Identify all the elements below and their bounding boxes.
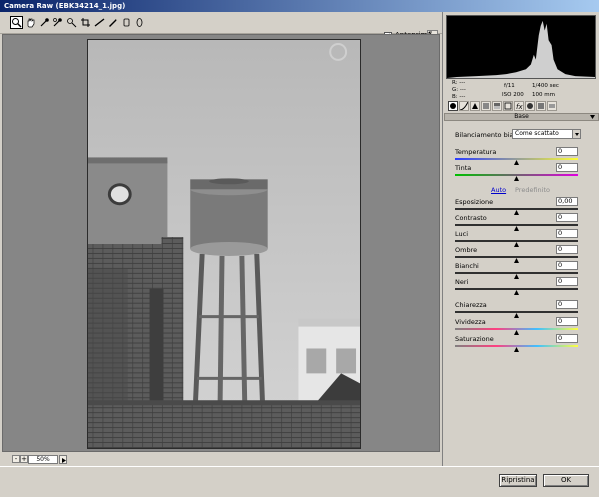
slider-value-field[interactable]: 0 (556, 163, 578, 172)
red-eye-icon[interactable] (121, 17, 132, 28)
color-readout: R: --- G: --- B: --- f/11 1/400 sec ISO … (446, 79, 596, 100)
presets-icon (538, 103, 544, 109)
reset-button[interactable]: Ripristina (499, 474, 537, 487)
slider-thumb[interactable] (514, 226, 519, 231)
slider-value-field[interactable]: 0 (556, 229, 578, 238)
color-sampler-icon[interactable] (52, 17, 63, 28)
slider-label: Chiarezza (455, 301, 487, 309)
ok-button[interactable]: OK (543, 474, 589, 487)
crop-icon[interactable] (80, 17, 91, 28)
straighten-icon[interactable] (94, 17, 105, 28)
slider-thumb[interactable] (514, 347, 519, 352)
slider-value-field[interactable]: 0 (556, 213, 578, 222)
split-icon (494, 103, 500, 109)
slider-thumb[interactable] (514, 210, 519, 215)
default-link[interactable]: Predefinito (515, 186, 550, 194)
snapshots-icon (549, 104, 555, 108)
curve-icon (460, 102, 468, 110)
slider-thumb[interactable] (514, 290, 519, 295)
slider-thumb[interactable] (514, 176, 519, 181)
tab-presets[interactable] (536, 101, 546, 111)
slider-value-field[interactable]: 0 (556, 277, 578, 286)
slider-label: Bianchi (455, 262, 479, 270)
readout-b: B: --- (452, 94, 466, 100)
tab-lens[interactable] (503, 101, 513, 111)
slider-label: Vividezza (455, 318, 486, 326)
tab-split-toning[interactable] (492, 101, 502, 111)
chevron-down-icon (572, 130, 580, 138)
tab-tone-curve[interactable] (459, 101, 469, 111)
tab-camera-calibration[interactable] (525, 101, 535, 111)
white-balance-value: Come scattato (515, 130, 559, 137)
zoom-in-button[interactable]: + (20, 455, 28, 463)
slider-label: Neri (455, 278, 469, 286)
zoom-icon[interactable] (10, 16, 23, 29)
exif-shutter: 1/400 sec (532, 83, 559, 89)
tab-detail[interactable] (470, 101, 480, 111)
slider-label: Ombre (455, 246, 478, 254)
white-balance-select[interactable]: Come scattato (512, 129, 581, 139)
slider-label: Luci (455, 230, 469, 238)
panel-header: Base (444, 113, 599, 121)
tab-snapshots[interactable] (547, 101, 557, 111)
effects-icon: fx (516, 103, 523, 110)
lens-icon (504, 102, 512, 110)
slider-label: Tinta (455, 164, 472, 172)
toolbar: ✓ Anteprima (0, 12, 442, 41)
aperture-icon (450, 103, 456, 109)
slider-value-field[interactable]: 0 (556, 300, 578, 309)
readout-g: G: --- (452, 87, 466, 93)
slider-label: Contrasto (455, 214, 487, 222)
triangle-right-icon (62, 458, 66, 463)
slider-label: Temperatura (455, 148, 497, 156)
slider-label: Saturazione (455, 335, 494, 343)
camera-icon (527, 103, 533, 109)
preview-canvas[interactable] (2, 34, 440, 452)
slider-thumb[interactable] (514, 330, 519, 335)
exif-iso: ISO 200 (502, 92, 524, 98)
histogram (446, 15, 596, 79)
slider-value-field[interactable]: 0,00 (556, 197, 578, 206)
readout-r: R: --- (452, 80, 466, 86)
spot-removal-icon[interactable] (107, 17, 118, 28)
zoom-out-button[interactable]: - (12, 455, 20, 463)
panel-menu-icon[interactable] (590, 115, 595, 119)
slider-value-field[interactable]: 0 (556, 261, 578, 270)
slider-thumb[interactable] (514, 274, 519, 279)
exif-aperture: f/11 (504, 83, 515, 89)
slider-value-field[interactable]: 0 (556, 147, 578, 156)
photo-preview[interactable] (87, 39, 361, 449)
slider-label: Esposizione (455, 198, 494, 206)
adjustment-brush-icon[interactable] (134, 17, 145, 28)
panel-tabs: fx (446, 101, 596, 112)
triangle-icon (472, 103, 478, 109)
zoom-level-field[interactable]: 50% (28, 455, 58, 464)
slider-thumb[interactable] (514, 313, 519, 318)
exif-focal: 100 mm (532, 92, 555, 98)
adjustment-panel: R: --- G: --- B: --- f/11 1/400 sec ISO … (442, 12, 599, 466)
targeted-adjust-icon[interactable] (66, 17, 77, 28)
svg-text:fx: fx (516, 103, 523, 110)
slider-value-field[interactable]: 0 (556, 334, 578, 343)
white-balance-icon[interactable] (39, 17, 50, 28)
slider-value-field[interactable]: 0 (556, 245, 578, 254)
auto-link[interactable]: Auto (491, 186, 506, 194)
slider-value-field[interactable]: 0 (556, 317, 578, 326)
slider-thumb[interactable] (514, 160, 519, 165)
hand-icon[interactable] (25, 17, 36, 28)
tab-effects[interactable]: fx (514, 101, 524, 111)
dialog-buttons: Ripristina OK (0, 466, 599, 497)
grid-icon (483, 103, 489, 109)
status-bar: - + 50% (0, 452, 442, 466)
window-title: Camera Raw (EBK34214_1.jpg) (0, 0, 599, 12)
zoom-dropdown-button[interactable] (59, 455, 67, 464)
tab-basic[interactable] (448, 101, 458, 111)
panel-title: Base (514, 113, 529, 120)
tab-hsl[interactable] (481, 101, 491, 111)
slider-thumb[interactable] (514, 258, 519, 263)
slider-thumb[interactable] (514, 242, 519, 247)
